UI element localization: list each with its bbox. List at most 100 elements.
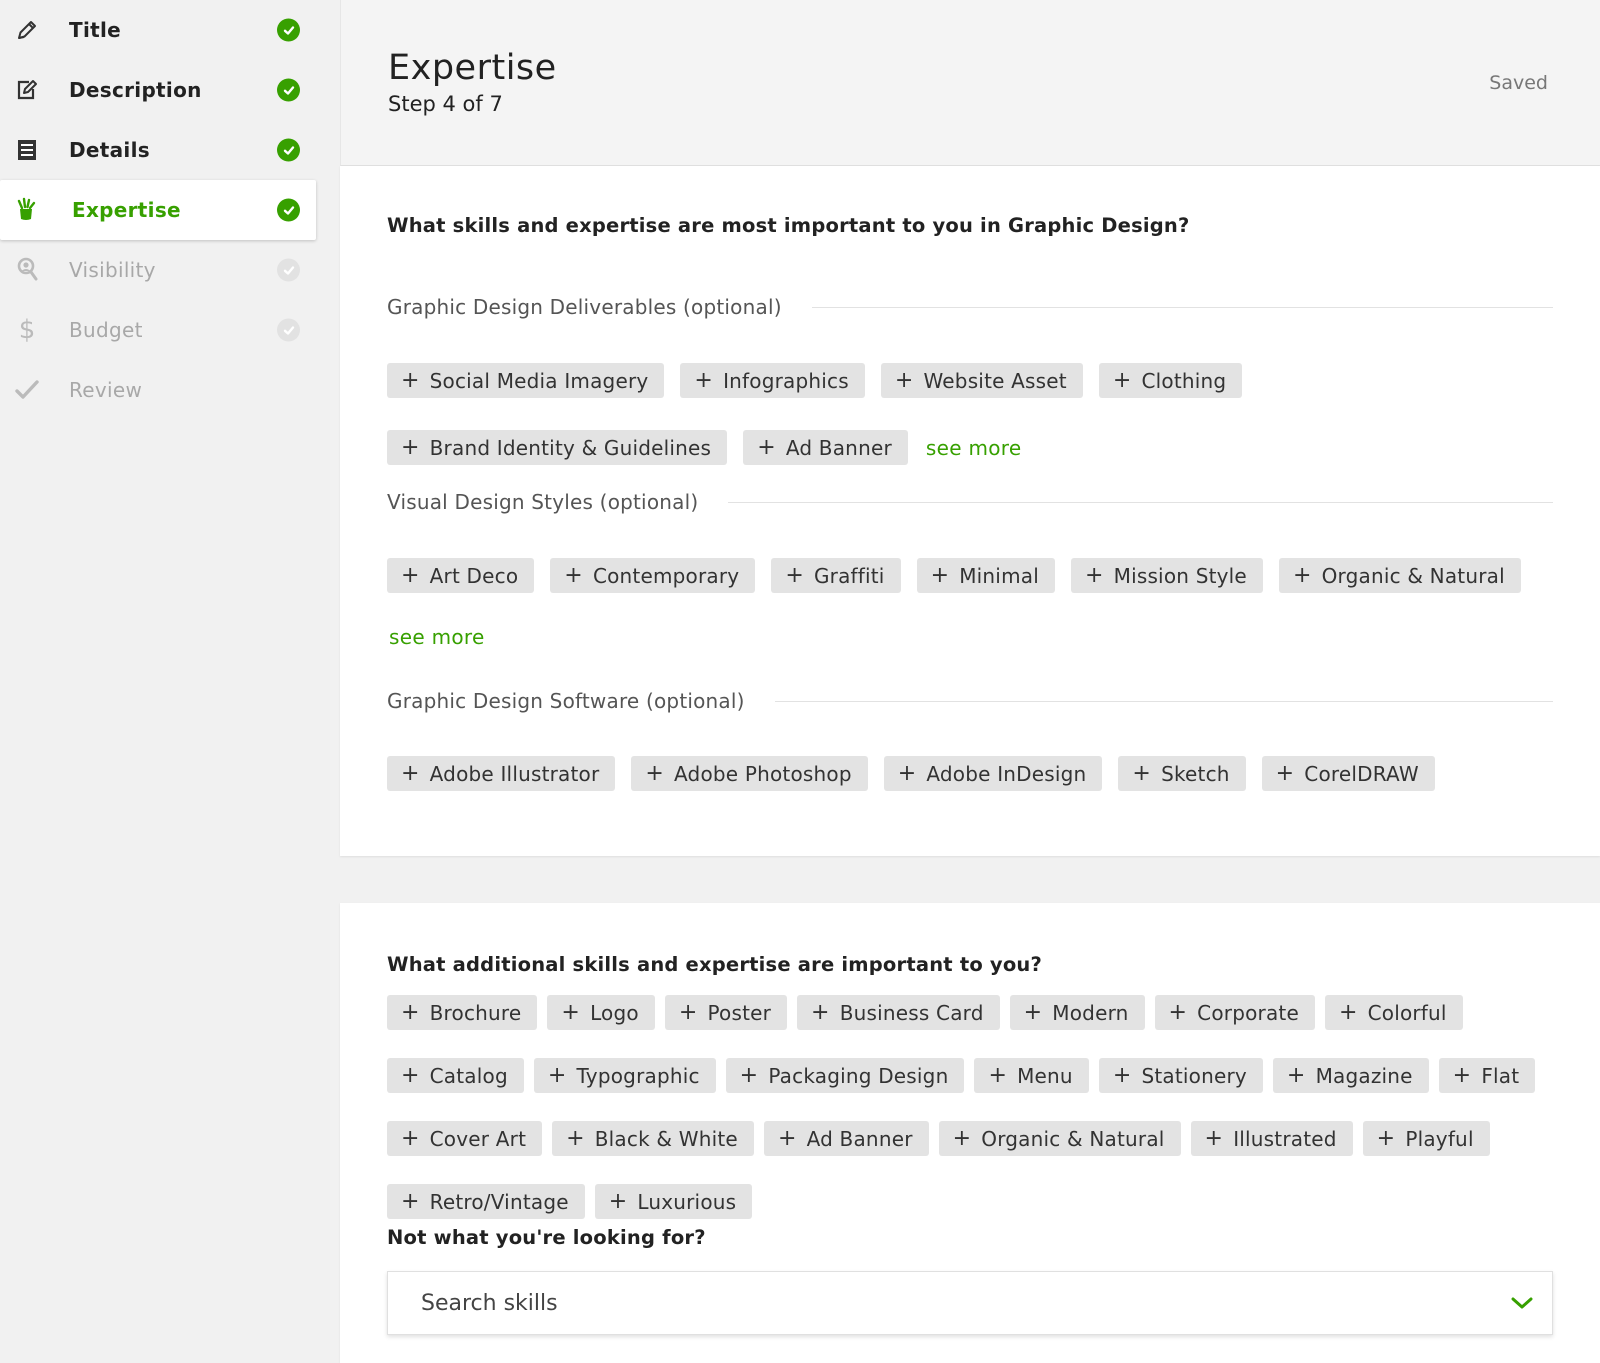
check-circle-icon (277, 198, 300, 222)
chip-group-software: + Adobe Illustrator + Adobe Photoshop + Ado… (387, 756, 1560, 791)
chip-label: Colorful (1367, 1000, 1447, 1025)
skill-chip[interactable]: + Brand Identity & Guidelines (387, 430, 728, 465)
sidebar-item-budget[interactable]: $ Budget (0, 300, 318, 360)
skill-chip[interactable]: + Logo (547, 995, 655, 1030)
skill-chip[interactable]: + Adobe Illustrator (387, 756, 616, 791)
plus-icon: + (1168, 1000, 1188, 1025)
search-skills-input[interactable] (388, 1272, 1492, 1334)
check-circle-icon (277, 138, 300, 162)
skill-chip[interactable]: + Playful (1362, 1121, 1490, 1156)
sidebar-item-expertise[interactable]: Expertise (0, 180, 316, 240)
skill-chip[interactable]: + Catalog (387, 1058, 524, 1093)
sidebar-item-review[interactable]: Review (0, 360, 318, 420)
skill-chip[interactable]: + Minimal (916, 558, 1055, 593)
skill-chip[interactable]: + Modern (1009, 995, 1145, 1030)
plus-icon: + (757, 435, 776, 460)
chip-label: Playful (1405, 1126, 1474, 1151)
sidebar-item-details[interactable]: Details (0, 120, 318, 180)
skill-chip[interactable]: + Clothing (1098, 363, 1243, 398)
not-found-label: Not what you're looking for? (387, 1226, 706, 1249)
skill-chip[interactable]: + Stationery (1098, 1058, 1263, 1093)
skill-chip[interactable]: + Business Card (797, 995, 1000, 1030)
plus-icon: + (401, 1126, 420, 1151)
skill-chip[interactable]: + Website Asset (880, 363, 1083, 398)
search-skills-dropdown[interactable] (387, 1271, 1553, 1335)
skill-chip[interactable]: + Art Deco (387, 558, 535, 593)
chevron-down-icon[interactable] (1492, 1272, 1552, 1334)
skill-chip[interactable]: + Colorful (1324, 995, 1463, 1030)
chip-label: Social Media Imagery (429, 368, 649, 393)
plus-icon: + (952, 1126, 972, 1151)
chip-group-additional: + Brochure + Logo + Poster + Business Card +… (387, 995, 1560, 1219)
plus-icon: + (566, 1126, 585, 1151)
chip-label: Flat (1481, 1063, 1520, 1088)
plus-icon: + (401, 1000, 420, 1025)
page-header: Expertise Step 4 of 7 Saved (340, 0, 1600, 166)
chip-label: Graffiti (813, 563, 885, 588)
plus-icon: + (1292, 563, 1312, 588)
plus-icon: + (401, 1063, 420, 1088)
skill-chip[interactable]: + Luxurious (594, 1184, 753, 1219)
skill-chip[interactable]: + Magazine (1272, 1058, 1429, 1093)
skill-chip[interactable]: + Ad Banner (743, 430, 908, 465)
chip-label: Brand Identity & Guidelines (429, 435, 712, 460)
skill-chip[interactable]: + CorelDRAW (1261, 756, 1435, 791)
sidebar-item-title[interactable]: Title (0, 0, 318, 60)
chip-label: Poster (707, 1000, 772, 1025)
skill-chip[interactable]: + Contemporary (550, 558, 756, 593)
chip-label: Ad Banner (806, 1126, 913, 1151)
sidebar-item-label: Details (69, 138, 150, 162)
chip-label: Catalog (429, 1063, 508, 1088)
sidebar-nav: Title Description Details Expertise Visi… (0, 0, 318, 420)
sidebar-item-visibility[interactable]: Visibility (0, 240, 318, 300)
skill-chip[interactable]: + Infographics (680, 363, 865, 398)
plus-icon: + (1376, 1126, 1396, 1151)
skill-chip[interactable]: + Graffiti (771, 558, 901, 593)
plus-icon: + (1084, 563, 1104, 588)
plus-icon: + (401, 435, 420, 460)
plus-icon: + (1286, 1063, 1306, 1088)
skill-chip[interactable]: + Poster (664, 995, 788, 1030)
divider (774, 700, 1553, 702)
divider (728, 501, 1553, 503)
see-more-link[interactable]: see more (387, 625, 485, 649)
skill-chip[interactable]: + Typographic (533, 1058, 716, 1093)
skill-chip[interactable]: + Retro/Vintage (387, 1184, 585, 1219)
skill-chip[interactable]: + Organic & Natural (1278, 558, 1521, 593)
dollar-icon: $ (18, 315, 36, 345)
skill-chip[interactable]: + Cover Art (387, 1121, 543, 1156)
sidebar-item-label: Description (69, 78, 202, 102)
skill-chip[interactable]: + Illustrated (1190, 1121, 1353, 1156)
plus-icon: + (1112, 368, 1132, 393)
chip-label: Sketch (1161, 761, 1230, 786)
plus-icon: + (1112, 1063, 1132, 1088)
skill-chip[interactable]: + Brochure (387, 995, 538, 1030)
skill-chip[interactable]: + Organic & Natural (938, 1121, 1181, 1156)
skill-chip[interactable]: + Black & White (552, 1121, 754, 1156)
checkmark-icon (14, 377, 40, 403)
chip-label: Minimal (959, 563, 1039, 588)
skill-chip[interactable]: + Ad Banner (763, 1121, 929, 1156)
see-more-link[interactable]: see more (924, 436, 1022, 460)
skill-chip[interactable]: + Sketch (1118, 756, 1246, 791)
plus-icon: + (401, 761, 420, 786)
chip-label: Black & White (594, 1126, 738, 1151)
list-icon (14, 137, 40, 163)
skill-chip[interactable]: + Corporate (1154, 995, 1315, 1030)
chip-label: Infographics (723, 368, 849, 393)
skill-chip[interactable]: + Menu (974, 1058, 1089, 1093)
check-circle-icon (277, 258, 300, 282)
skill-chip[interactable]: + Flat (1438, 1058, 1536, 1093)
skill-chip[interactable]: + Social Media Imagery (387, 363, 665, 398)
skill-chip[interactable]: + Adobe Photoshop (631, 756, 868, 791)
skill-chip[interactable]: + Packaging Design (725, 1058, 965, 1093)
additional-question: What additional skills and expertise are… (387, 953, 1043, 976)
check-circle-icon (277, 318, 300, 342)
section-label: Visual Design Styles (optional) (387, 490, 699, 514)
plus-icon: + (988, 1063, 1008, 1088)
plus-icon: + (1204, 1126, 1224, 1151)
skill-chip[interactable]: + Adobe InDesign (883, 756, 1103, 791)
user-search-icon (14, 257, 40, 283)
sidebar-item-description[interactable]: Description (0, 60, 318, 120)
skill-chip[interactable]: + Mission Style (1070, 558, 1263, 593)
